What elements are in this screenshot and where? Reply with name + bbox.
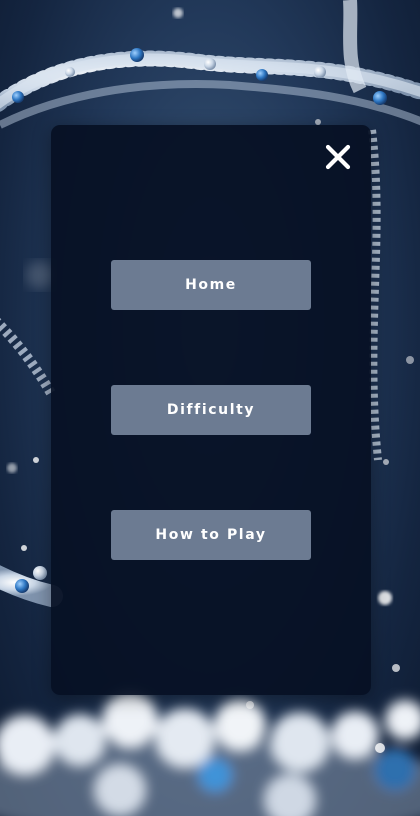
dna-strand-bottom xyxy=(0,692,420,816)
dna-strand-left xyxy=(0,317,63,607)
how-to-play-button[interactable]: How to Play xyxy=(111,510,311,560)
how-to-play-button-label: How to Play xyxy=(155,527,267,543)
game-screen: Home Difficulty How to Play xyxy=(0,0,420,816)
dna-strand-top xyxy=(0,0,420,129)
difficulty-button[interactable]: Difficulty xyxy=(111,385,311,435)
menu-panel: Home Difficulty How to Play xyxy=(51,125,371,695)
difficulty-button-label: Difficulty xyxy=(166,402,256,418)
close-button[interactable] xyxy=(321,140,355,174)
home-button-label: Home xyxy=(185,277,237,293)
close-icon xyxy=(325,144,351,170)
dna-strand-right xyxy=(368,129,382,461)
home-button[interactable]: Home xyxy=(111,260,311,310)
